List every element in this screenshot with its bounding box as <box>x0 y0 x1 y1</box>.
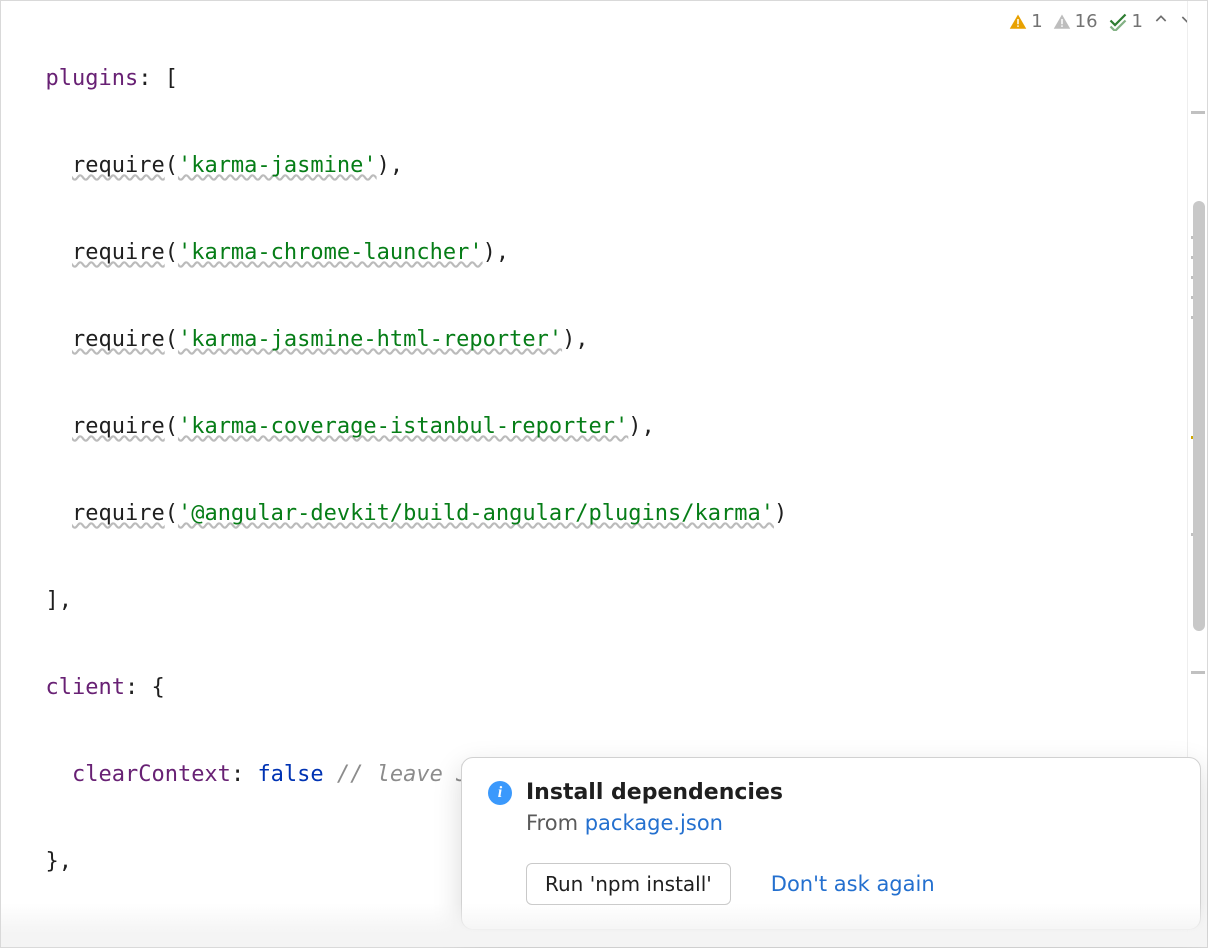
ident-require: require <box>72 414 165 439</box>
prop-plugins: plugins <box>46 66 139 91</box>
prop-clearcontext: clearContext <box>72 762 231 787</box>
string-literal: 'karma-coverage-istanbul-reporter' <box>178 414 628 439</box>
inspection-status-widget[interactable]: 1 16 1 <box>1003 7 1201 36</box>
string-literal: 'karma-chrome-launcher' <box>178 240 483 265</box>
popup-title: Install dependencies <box>526 780 783 805</box>
bool-literal: false <box>257 762 323 787</box>
status-warning-weak[interactable]: 16 <box>1053 11 1098 32</box>
chevron-up-icon <box>1153 11 1169 27</box>
ident-require: require <box>72 501 165 526</box>
string-literal: '@angular-devkit/build-angular/plugins/k… <box>178 501 774 526</box>
prop-coverage-reporter: coverageIstanbulReporter <box>46 936 364 947</box>
dont-ask-again-link[interactable]: Don't ask again <box>771 872 935 896</box>
gutter-mark[interactable] <box>1191 671 1205 674</box>
package-json-link[interactable]: package.json <box>585 811 723 835</box>
string-literal: 'karma-jasmine-html-reporter' <box>178 327 562 352</box>
status-warning-strong-count: 1 <box>1031 11 1042 32</box>
warning-icon <box>1009 13 1027 31</box>
gutter-mark[interactable] <box>1191 111 1205 114</box>
status-warning-strong[interactable]: 1 <box>1009 11 1042 32</box>
ident-require: require <box>72 240 165 265</box>
status-ok-count: 1 <box>1132 11 1143 32</box>
run-npm-install-button[interactable]: Run 'npm install' <box>526 863 731 905</box>
warning-weak-icon <box>1053 13 1071 31</box>
ident-require: require <box>72 327 165 352</box>
prop-client: client <box>46 675 125 700</box>
string-literal: 'karma-jasmine' <box>178 153 377 178</box>
status-ok[interactable]: 1 <box>1108 11 1143 32</box>
ident-require: require <box>72 153 165 178</box>
check-icon <box>1108 13 1128 31</box>
scrollbar-thumb[interactable] <box>1193 201 1205 631</box>
install-dependencies-popup: i Install dependencies From package.json… <box>461 757 1201 930</box>
popup-subtitle: From package.json <box>526 811 1174 835</box>
info-icon: i <box>488 781 512 805</box>
status-warning-weak-count: 16 <box>1075 11 1098 32</box>
prev-highlight-button[interactable] <box>1153 11 1169 32</box>
